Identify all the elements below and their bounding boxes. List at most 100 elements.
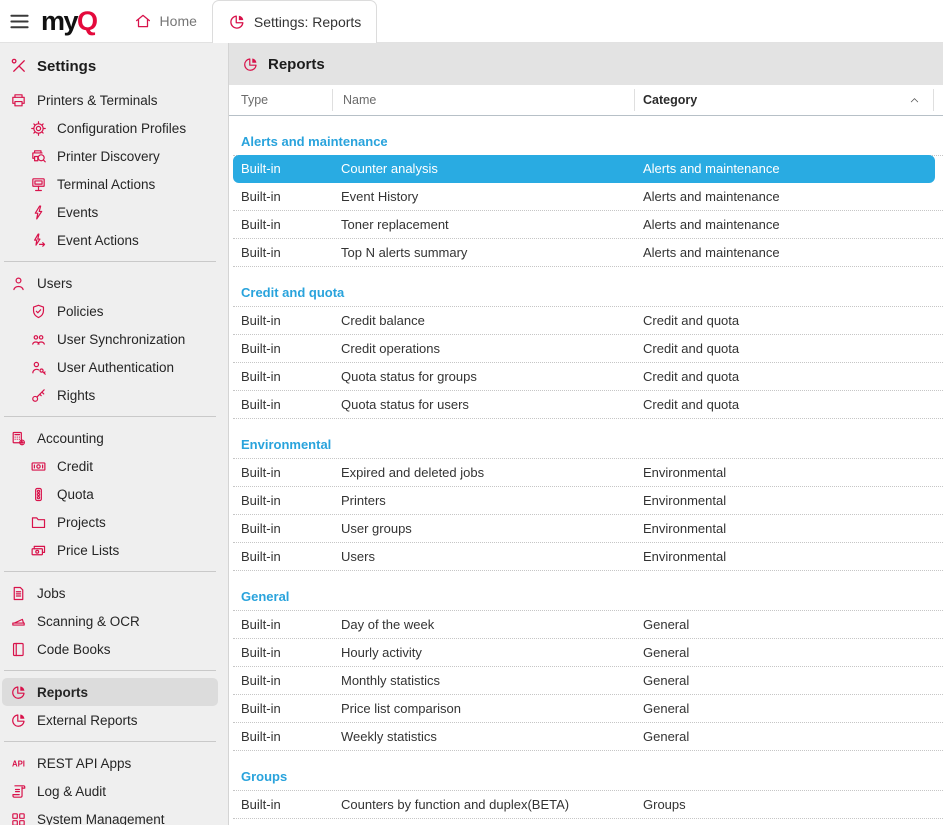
cell-type: Built-in (233, 313, 333, 328)
cell-name: Toner replacement (333, 217, 635, 232)
sidebar-item-label: Quota (57, 487, 94, 502)
report-row-weekly-statistics[interactable]: Built-inWeekly statisticsGeneral (233, 723, 943, 751)
sidebar-item-terminal-actions[interactable]: Terminal Actions (0, 170, 228, 198)
cell-category: General (635, 645, 943, 660)
sidebar-item-printers-terminals[interactable]: Printers & Terminals (0, 86, 228, 114)
sidebar-item-scanning-ocr[interactable]: Scanning & OCR (0, 607, 228, 635)
sidebar-item-log-audit[interactable]: Log & Audit (0, 777, 228, 805)
user-icon (10, 275, 27, 292)
report-row-top-n-alerts-summary[interactable]: Built-inTop N alerts summaryAlerts and m… (233, 239, 943, 267)
key-icon (30, 387, 47, 404)
report-group-credit-and-quota: Credit and quotaBuilt-inCredit balanceCr… (233, 283, 943, 419)
cell-name: Printers (333, 493, 635, 508)
group-title: Environmental (233, 435, 943, 459)
cell-type: Built-in (233, 341, 333, 356)
column-header-name[interactable]: Name (332, 89, 634, 111)
users-icon (30, 331, 47, 348)
sidebar-item-credit[interactable]: Credit (0, 452, 228, 480)
cell-type: Built-in (233, 161, 333, 176)
report-row-monthly-statistics[interactable]: Built-inMonthly statisticsGeneral (233, 667, 943, 695)
cell-category: Alerts and maintenance (635, 189, 943, 204)
cell-category: Credit and quota (635, 397, 943, 412)
tab-settings-reports[interactable]: Settings: Reports (212, 0, 377, 43)
report-group-alerts-and-maintenance: Alerts and maintenance Built-inCounter an… (233, 132, 943, 267)
sidebar-item-code-books[interactable]: Code Books (0, 635, 228, 663)
sidebar-item-rights[interactable]: Rights (0, 381, 228, 409)
home-icon (134, 12, 152, 30)
report-row-credit-balance[interactable]: Built-inCredit balanceCredit and quota (233, 307, 943, 335)
report-row-counters-by-function-and-duplex-beta[interactable]: Built-inCounters by function and duplex(… (233, 791, 943, 819)
sidebar-item-label: Users (37, 276, 72, 291)
report-group-general: GeneralBuilt-inDay of the weekGeneralBui… (233, 587, 943, 751)
sidebar-item-accounting[interactable]: Accounting (0, 424, 228, 452)
report-row-counter-analysis[interactable]: Built-inCounter analysisAlerts and maint… (233, 155, 935, 183)
cell-type: Built-in (233, 397, 333, 412)
menu-button[interactable] (0, 0, 37, 42)
tab-settings-reports-label: Settings: Reports (254, 14, 361, 30)
cell-name: Credit balance (333, 313, 635, 328)
report-row-quota-status-for-groups[interactable]: Built-inQuota status for groupsCredit an… (233, 363, 943, 391)
sidebar-item-jobs[interactable]: Jobs (0, 579, 228, 607)
sidebar-item-label: Event Actions (57, 233, 139, 248)
report-group-groups: GroupsBuilt-inCounters by function and d… (233, 767, 943, 819)
tab-home-label: Home (160, 13, 197, 29)
sidebar-item-user-authentication[interactable]: User Authentication (0, 353, 228, 381)
sidebar-item-label: Configuration Profiles (57, 121, 186, 136)
cell-name: Credit operations (333, 341, 635, 356)
sidebar-item-configuration-profiles[interactable]: Configuration Profiles (0, 114, 228, 142)
main-content: Reports Type Name Category Alerts and ma… (228, 43, 943, 825)
cell-category: Environmental (635, 549, 943, 564)
sidebar-item-quota[interactable]: Quota (0, 480, 228, 508)
sidebar-item-price-lists[interactable]: Price Lists (0, 536, 228, 564)
printer-search-icon (30, 148, 47, 165)
report-row-printers[interactable]: Built-inPrintersEnvironmental (233, 487, 943, 515)
cell-name: Quota status for groups (333, 369, 635, 384)
column-header-stub (933, 89, 943, 111)
sidebar-item-projects[interactable]: Projects (0, 508, 228, 536)
sidebar-item-event-actions[interactable]: Event Actions (0, 226, 228, 254)
logo-my: my (41, 6, 77, 37)
sidebar-item-label: Policies (57, 304, 104, 319)
report-row-toner-replacement[interactable]: Built-inToner replacementAlerts and main… (233, 211, 943, 239)
report-row-price-list-comparison[interactable]: Built-inPrice list comparisonGeneral (233, 695, 943, 723)
report-row-users[interactable]: Built-inUsersEnvironmental (233, 543, 943, 571)
app-logo[interactable]: myQ (41, 0, 97, 42)
group-title: Groups (233, 767, 943, 791)
sidebar-item-printer-discovery[interactable]: Printer Discovery (0, 142, 228, 170)
sidebar-item-label: Printer Discovery (57, 149, 160, 164)
column-header-type[interactable]: Type (229, 89, 332, 111)
sidebar-item-label: User Authentication (57, 360, 174, 375)
sidebar-item-system-management[interactable]: System Management (0, 805, 228, 825)
hamburger-icon (8, 10, 31, 33)
report-row-day-of-the-week[interactable]: Built-inDay of the weekGeneral (233, 611, 943, 639)
report-row-quota-status-for-users[interactable]: Built-inQuota status for usersCredit and… (233, 391, 943, 419)
sidebar-item-label: Accounting (37, 431, 104, 446)
sidebar-item-user-synchronization[interactable]: User Synchronization (0, 325, 228, 353)
sidebar-item-users[interactable]: Users (0, 269, 228, 297)
sidebar-item-reports[interactable]: Reports (2, 678, 218, 706)
group-title: General (233, 587, 943, 611)
sidebar-item-external-reports[interactable]: External Reports (0, 706, 228, 734)
document-icon (10, 585, 27, 602)
sidebar-item-label: REST API Apps (37, 756, 131, 771)
cell-category: General (635, 617, 943, 632)
cell-type: Built-in (233, 245, 333, 260)
cell-category: General (635, 729, 943, 744)
sidebar-divider (4, 571, 216, 572)
user-key-icon (30, 359, 47, 376)
cell-type: Built-in (233, 673, 333, 688)
report-row-user-groups[interactable]: Built-inUser groupsEnvironmental (233, 515, 943, 543)
sidebar-item-label: Credit (57, 459, 93, 474)
report-row-hourly-activity[interactable]: Built-inHourly activityGeneral (233, 639, 943, 667)
tab-home[interactable]: Home (119, 0, 212, 42)
sidebar-item-events[interactable]: Events (0, 198, 228, 226)
report-row-event-history[interactable]: Built-inEvent HistoryAlerts and maintena… (233, 183, 943, 211)
cell-name: Users (333, 549, 635, 564)
report-row-credit-operations[interactable]: Built-inCredit operationsCredit and quot… (233, 335, 943, 363)
sidebar-item-policies[interactable]: Policies (0, 297, 228, 325)
report-row-expired-and-deleted-jobs[interactable]: Built-inExpired and deleted jobsEnvironm… (233, 459, 943, 487)
sidebar-item-rest-api-apps[interactable]: APIREST API Apps (0, 749, 228, 777)
cell-type: Built-in (233, 549, 333, 564)
column-header-category[interactable]: Category (634, 89, 933, 111)
shield-check-icon (30, 303, 47, 320)
